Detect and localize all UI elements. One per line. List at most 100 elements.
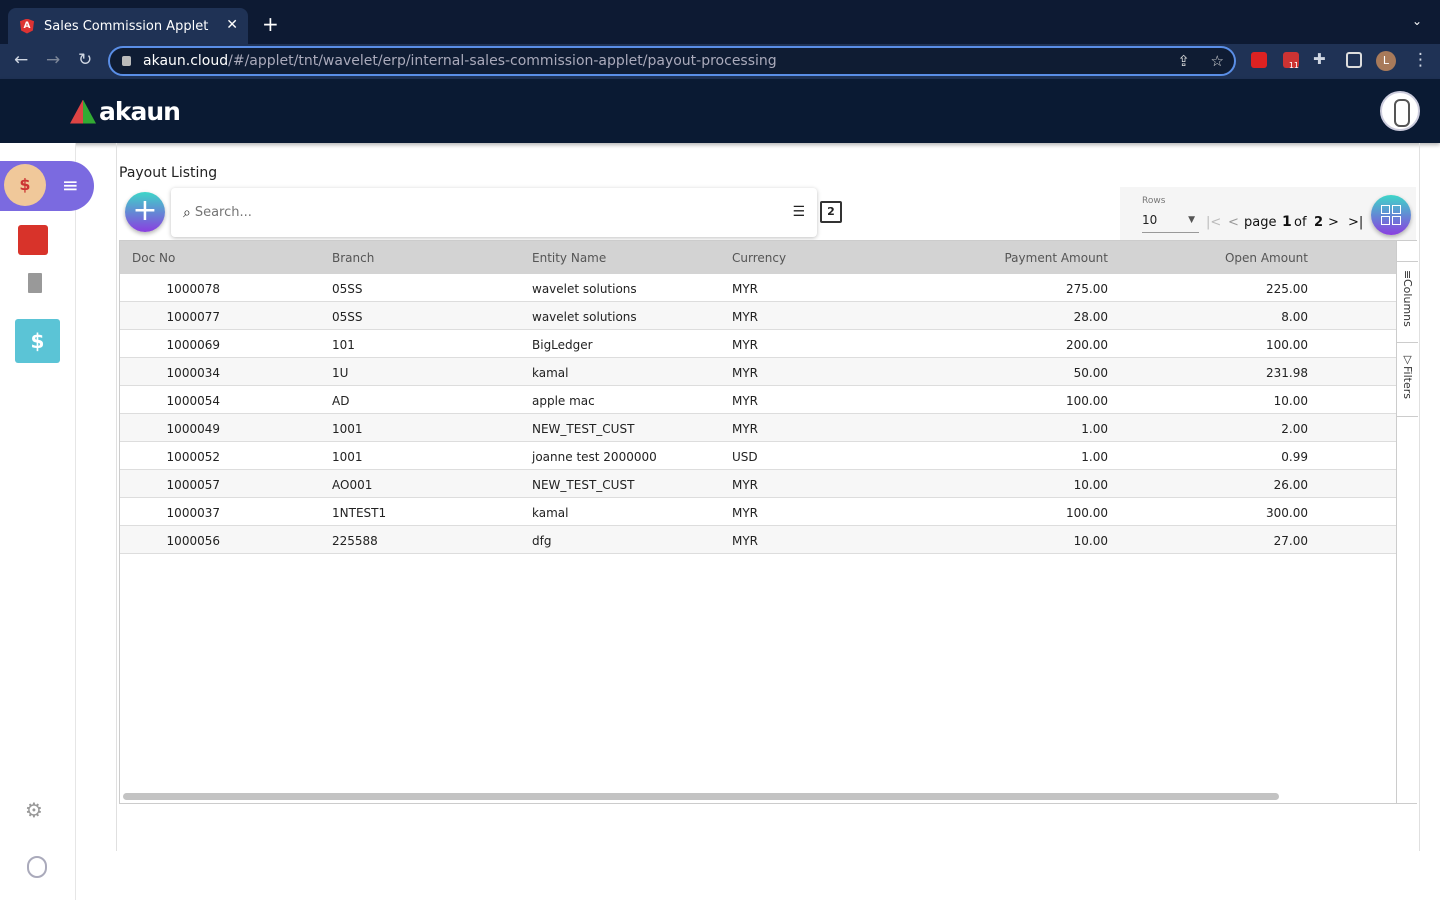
sidebar-item-app[interactable]	[18, 225, 48, 255]
filter-funnel-icon: ▽	[1401, 353, 1414, 366]
table-row[interactable]: 1000069 101 BigLedger MYR 200.00 100.00	[120, 330, 1396, 358]
sidebar-item-sales-commission[interactable]: $ ≡	[0, 161, 94, 211]
cell-branch: 225588	[332, 534, 378, 548]
cell-open-amount: 225.00	[1266, 282, 1308, 296]
forward-icon[interactable]: →	[46, 50, 60, 70]
col-branch[interactable]: Branch	[332, 251, 374, 265]
tab-title: Sales Commission Applet	[44, 18, 209, 34]
columns-tab[interactable]: ≡ Columns	[1397, 261, 1418, 343]
cell-entity-name: apple mac	[532, 394, 595, 408]
cell-doc-no: 1000037	[166, 506, 220, 520]
cell-currency: MYR	[732, 534, 759, 548]
cell-payment-amount: 275.00	[1066, 282, 1108, 296]
add-button[interactable]: +	[125, 192, 165, 232]
address-bar[interactable]: akaun.cloud/#/applet/tnt/wavelet/erp/int…	[108, 46, 1236, 76]
cell-currency: MYR	[732, 506, 759, 520]
chevron-down-icon[interactable]: ⌄	[1412, 14, 1422, 28]
cell-open-amount: 2.00	[1281, 422, 1308, 436]
tool-panel: ≡ Columns ▽ Filters	[1396, 241, 1418, 803]
cell-open-amount: 300.00	[1266, 506, 1308, 520]
cell-doc-no: 1000069	[166, 338, 220, 352]
url-path: /#/applet/tnt/wavelet/erp/internal-sales…	[228, 53, 777, 69]
cell-payment-amount: 10.00	[1073, 478, 1108, 492]
dollar-icon[interactable]: $	[15, 319, 60, 363]
col-payment-amount[interactable]: Payment Amount	[1004, 251, 1108, 265]
cell-open-amount: 26.00	[1273, 478, 1308, 492]
menu-toggle-icon[interactable]: ≡	[62, 173, 79, 197]
close-tab-icon[interactable]: ✕	[226, 17, 238, 33]
horizontal-scrollbar[interactable]	[123, 793, 1279, 800]
akaun-logo[interactable]: akaun	[70, 97, 181, 126]
col-open-amount[interactable]: Open Amount	[1225, 251, 1308, 265]
of-word: of	[1294, 215, 1307, 230]
cell-doc-no: 1000054	[166, 394, 220, 408]
cell-doc-no: 1000052	[166, 450, 220, 464]
user-avatar[interactable]	[1380, 91, 1420, 131]
table-row[interactable]: 1000078 05SS wavelet solutions MYR 275.00 225…	[120, 274, 1396, 302]
cell-branch: 1U	[332, 366, 349, 380]
extension-badge-icon[interactable]: 11	[1283, 52, 1299, 70]
cell-entity-name: wavelet solutions	[532, 310, 637, 324]
table-row[interactable]: 1000054 AD apple mac MYR 100.00 10.00	[120, 386, 1396, 414]
filter-icon[interactable]: ☰	[792, 204, 805, 220]
cell-currency: USD	[732, 450, 758, 464]
cell-open-amount: 27.00	[1273, 534, 1308, 548]
penguin-icon[interactable]	[27, 856, 47, 878]
new-tab-icon[interactable]: +	[262, 12, 279, 36]
browser-toolbar: ← → ↻ akaun.cloud/#/applet/tnt/wavelet/e…	[0, 44, 1440, 79]
col-currency[interactable]: Currency	[732, 251, 786, 265]
caret-down-icon: ▼	[1188, 215, 1195, 225]
copy-icon[interactable]: 2	[820, 201, 842, 223]
search-input[interactable]	[194, 205, 755, 220]
cell-branch: AD	[332, 394, 350, 408]
cell-doc-no: 1000056	[166, 534, 220, 548]
prev-page-icon[interactable]: <	[1228, 215, 1239, 230]
browser-tab[interactable]: A Sales Commission Applet ✕	[8, 8, 248, 44]
cell-currency: MYR	[732, 338, 759, 352]
cell-open-amount: 0.99	[1281, 450, 1308, 464]
more-icon[interactable]: ⋮	[1412, 50, 1429, 70]
extension-icon[interactable]	[1251, 52, 1267, 68]
cell-entity-name: BigLedger	[532, 338, 593, 352]
payout-table: Doc No Branch Entity Name Currency Payme…	[119, 240, 1418, 804]
page-word: page	[1244, 215, 1277, 230]
table-row[interactable]: 1000077 05SS wavelet solutions MYR 28.00 8.00	[120, 302, 1396, 330]
profile-avatar[interactable]: L	[1376, 51, 1396, 71]
rows-label: Rows	[1142, 196, 1166, 206]
cell-payment-amount: 1.00	[1081, 450, 1108, 464]
star-icon[interactable]: ☆	[1211, 52, 1224, 70]
columns-label: Columns	[1401, 279, 1414, 328]
filters-tab[interactable]: ▽ Filters	[1397, 345, 1418, 417]
col-doc-no[interactable]: Doc No	[132, 251, 175, 265]
cell-payment-amount: 50.00	[1073, 366, 1108, 380]
table-row[interactable]: 1000052 1001 joanne test 2000000 USD 1.00 0.9…	[120, 442, 1396, 470]
share-icon[interactable]: ⇪	[1177, 52, 1190, 70]
back-icon[interactable]: ←	[14, 50, 28, 70]
cell-payment-amount: 200.00	[1066, 338, 1108, 352]
url-host: akaun.cloud	[143, 53, 229, 69]
last-page-icon[interactable]: >|	[1348, 215, 1363, 230]
table-row[interactable]: 1000056 225588 dfg MYR 10.00 27.00	[120, 526, 1396, 554]
cell-currency: MYR	[732, 422, 759, 436]
cell-entity-name: kamal	[532, 366, 569, 380]
settings-icon[interactable]: ⚙	[25, 800, 45, 820]
cell-currency: MYR	[732, 310, 759, 324]
table-row[interactable]: 1000034 1U kamal MYR 50.00 231.98	[120, 358, 1396, 386]
cell-payment-amount: 28.00	[1073, 310, 1108, 324]
col-entity-name[interactable]: Entity Name	[532, 251, 606, 265]
cell-branch: 1001	[332, 422, 363, 436]
reload-icon[interactable]: ↻	[78, 50, 92, 70]
rows-select[interactable]: 10 ▼	[1142, 213, 1199, 233]
cell-currency: MYR	[732, 282, 759, 296]
table-row[interactable]: 1000049 1001 NEW_TEST_CUST MYR 1.00 2.00	[120, 414, 1396, 442]
puzzle-icon[interactable]: ✚	[1313, 50, 1326, 68]
receipt-icon[interactable]	[28, 273, 42, 293]
total-pages: 2	[1314, 215, 1324, 230]
lock-icon	[122, 56, 131, 66]
first-page-icon[interactable]: |<	[1206, 215, 1221, 230]
table-row[interactable]: 1000037 1NTEST1 kamal MYR 100.00 300.00	[120, 498, 1396, 526]
grid-view-button[interactable]	[1371, 195, 1411, 235]
table-row[interactable]: 1000057 AO001 NEW_TEST_CUST MYR 10.00 26.00	[120, 470, 1396, 498]
next-page-icon[interactable]: >	[1328, 215, 1339, 230]
sidepanel-icon[interactable]	[1346, 52, 1362, 68]
